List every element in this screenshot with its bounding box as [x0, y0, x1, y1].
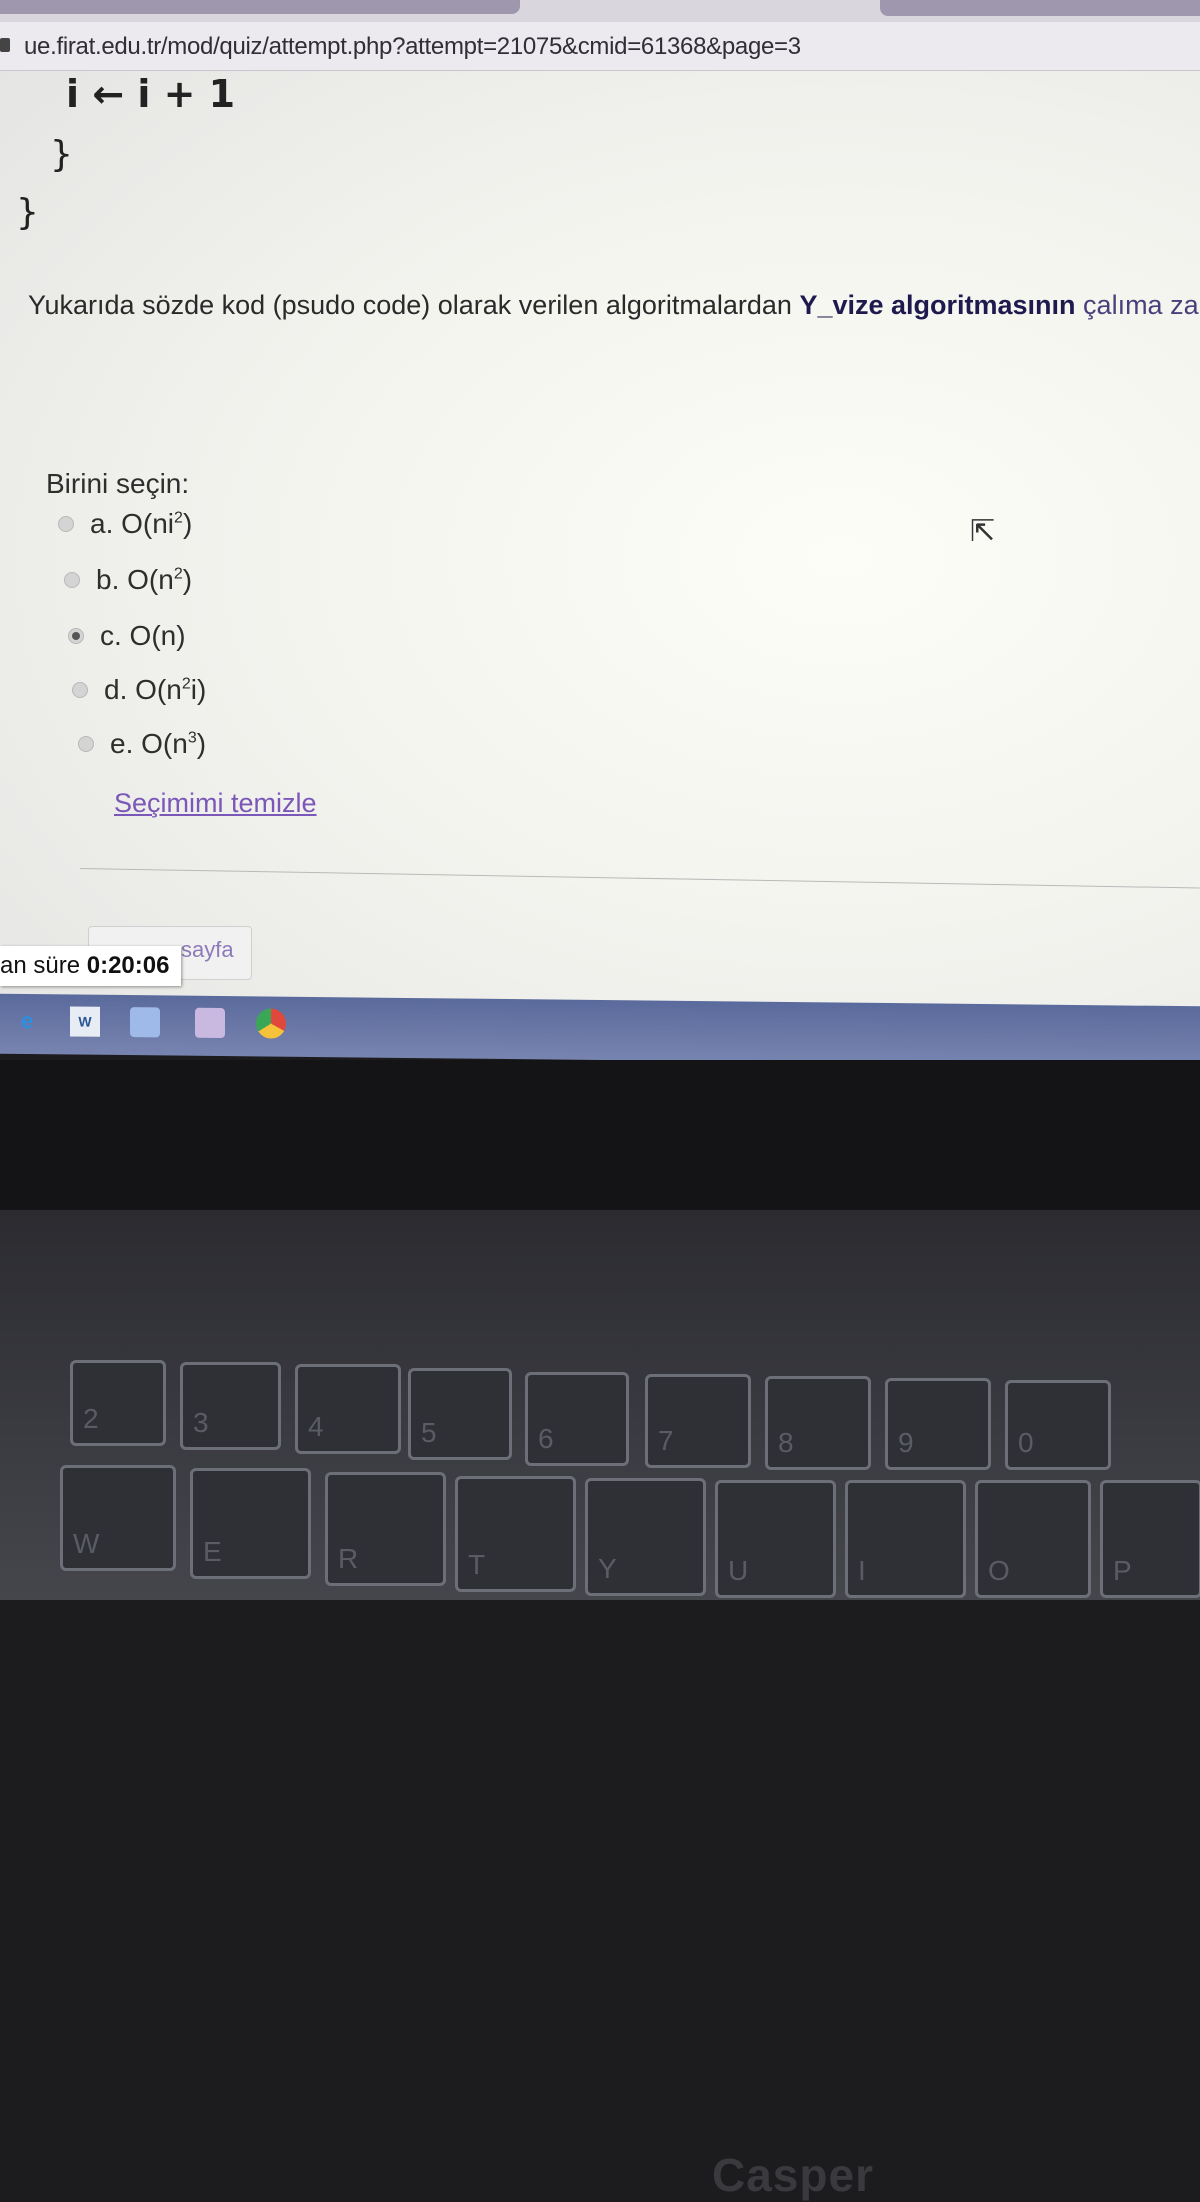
keyboard-key[interactable]: T	[455, 1476, 576, 1592]
question-text: Yukarıda sözde kod (psudo code) olarak v…	[28, 290, 1200, 321]
keyboard-key[interactable]: 4	[295, 1364, 401, 1454]
word-icon[interactable]: W	[70, 1006, 100, 1037]
keyboard-key[interactable]: I	[845, 1480, 966, 1598]
clear-choice-link[interactable]: Seçimimi temizle	[114, 788, 317, 819]
page-button-label: sayfa	[181, 937, 234, 962]
laptop-keyboard: 2 3 4 5 6 7 8 9 0 W E R T Y U I O P	[0, 1210, 1200, 1600]
option-label: c. O(n)	[100, 620, 186, 651]
option-label: d. O(n2i)	[104, 674, 207, 705]
option-label: a. O(ni2)	[90, 508, 193, 539]
answer-option-b[interactable]: b. O(n2)	[64, 564, 192, 596]
file-explorer-icon[interactable]	[130, 1007, 160, 1038]
url-text[interactable]: ue.firat.edu.tr/mod/quiz/attempt.php?att…	[24, 33, 801, 61]
question-text-start: Yukarıda sözde kod (psudo code) olarak v…	[28, 290, 800, 320]
code-line: i ← i + 1	[66, 72, 236, 116]
answer-prompt: Birini seçin:	[46, 468, 190, 499]
keyboard-key[interactable]: R	[325, 1472, 446, 1586]
code-line: }	[16, 192, 39, 233]
option-label: b. O(n2)	[96, 564, 193, 595]
browser-tab[interactable]	[880, 0, 1200, 16]
radio-button[interactable]	[72, 682, 88, 698]
radio-button[interactable]	[78, 736, 94, 752]
lock-icon	[0, 38, 10, 52]
timer-label: an süre	[0, 952, 81, 979]
app-icon[interactable]	[195, 1007, 225, 1039]
keyboard-key[interactable]: 0	[1005, 1380, 1111, 1470]
keyboard-key[interactable]: Y	[585, 1478, 706, 1596]
radio-button[interactable]	[58, 516, 74, 532]
chrome-icon[interactable]	[256, 1008, 286, 1039]
keyboard-key[interactable]: 6	[525, 1372, 629, 1466]
question-bold: Y_vize algoritmasının	[799, 290, 1076, 320]
keyboard-key[interactable]: 2	[70, 1360, 166, 1446]
keyboard-key[interactable]: E	[190, 1468, 311, 1579]
windows-taskbar: e W	[0, 993, 1200, 1067]
radio-button[interactable]	[64, 572, 80, 588]
keyboard-key[interactable]: O	[975, 1480, 1091, 1598]
address-bar[interactable]: ue.firat.edu.tr/mod/quiz/attempt.php?att…	[0, 22, 1200, 71]
keyboard-key[interactable]: W	[60, 1465, 176, 1571]
browser-tab[interactable]	[0, 0, 520, 14]
keyboard-key[interactable]: 5	[408, 1368, 512, 1460]
timer-value: 0:20:06	[86, 952, 170, 979]
answer-option-e[interactable]: e. O(n3)	[78, 728, 206, 760]
keyboard-key[interactable]: U	[715, 1480, 836, 1598]
laptop-screen: ue.firat.edu.tr/mod/quiz/attempt.php?att…	[0, 0, 1200, 1015]
keyboard-key[interactable]: P	[1100, 1480, 1200, 1598]
brand-logo: Casper	[712, 2149, 874, 2201]
answer-option-d[interactable]: d. O(n2i)	[72, 674, 206, 706]
keyboard-key[interactable]: 8	[765, 1376, 871, 1470]
keyboard-key[interactable]: 3	[180, 1362, 281, 1450]
keyboard-key[interactable]: 9	[885, 1378, 991, 1470]
browser-tab-strip	[0, 0, 1200, 22]
code-line: }	[50, 134, 73, 175]
divider	[79, 868, 1200, 889]
mouse-cursor-icon: ⇱	[970, 515, 996, 548]
question-text-end: çalıma zam	[1083, 290, 1200, 320]
edge-browser-icon[interactable]: e	[12, 1006, 42, 1036]
option-label: e. O(n3)	[110, 728, 207, 759]
radio-button-selected[interactable]	[68, 628, 84, 644]
laptop-bezel: Casper	[0, 1060, 1200, 2201]
quiz-timer: an süre 0:20:06	[0, 946, 182, 986]
answer-option-c[interactable]: c. O(n)	[68, 620, 186, 652]
keyboard-key[interactable]: 7	[645, 1374, 751, 1468]
answer-option-a[interactable]: a. O(ni2)	[58, 508, 192, 540]
